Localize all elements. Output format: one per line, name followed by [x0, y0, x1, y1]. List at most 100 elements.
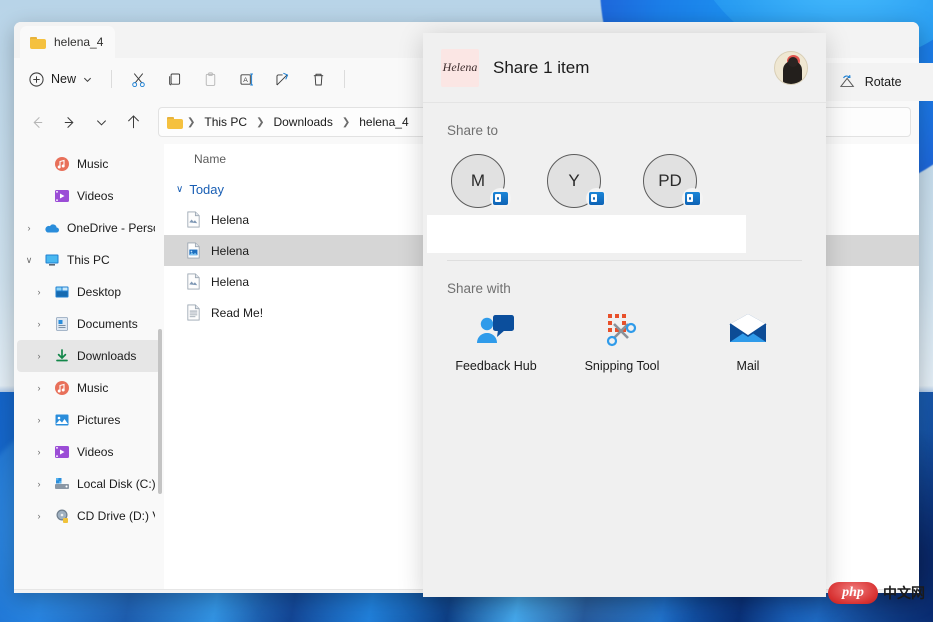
sidebar-item-onedrive-perso[interactable]: › OneDrive - Perso	[17, 212, 161, 244]
folder-icon	[30, 36, 46, 49]
app-feedback-hub[interactable]: Feedback Hub	[449, 310, 543, 373]
file-name: Helena	[211, 244, 249, 258]
image-file-icon	[185, 273, 202, 290]
sidebar-item-music[interactable]: › Music	[17, 372, 161, 404]
new-button[interactable]: New	[22, 64, 102, 94]
sidebar-item-videos[interactable]: › Videos	[17, 436, 161, 468]
trash-icon	[310, 71, 327, 88]
file-name: Read Me!	[211, 306, 263, 320]
sidebar-item-pictures[interactable]: ›Pictures	[17, 404, 161, 436]
share-to-label: Share to	[423, 103, 826, 138]
toolbar-separator-2	[344, 70, 345, 88]
app-snipping-tool[interactable]: Snipping Tool	[575, 310, 669, 373]
user-avatar[interactable]	[774, 51, 808, 85]
app-label: Feedback Hub	[455, 359, 536, 373]
outlook-icon	[682, 188, 703, 209]
breadcrumb-separator: ❯	[256, 117, 264, 128]
chevron-icon[interactable]: ∨	[21, 255, 37, 266]
forward-button[interactable]	[54, 107, 84, 137]
chevron-icon[interactable]: ›	[31, 479, 47, 489]
sidebar-item-cd-drive-d-vi[interactable]: › CD Drive (D:) Vi	[17, 500, 161, 532]
chevron-icon[interactable]: ›	[21, 223, 37, 233]
chevron-icon[interactable]: ›	[31, 383, 47, 393]
rename-button[interactable]: A	[229, 64, 263, 94]
breadcrumb-item-1[interactable]: Downloads	[268, 113, 337, 131]
folder-icon	[167, 116, 183, 129]
chevron-icon[interactable]: ›	[31, 351, 47, 361]
chevron-icon[interactable]: ›	[31, 287, 47, 297]
share-dialog-title: Share 1 item	[493, 58, 760, 78]
sidebar-item-local-disk-c[interactable]: ›Local Disk (C:)	[17, 468, 161, 500]
chevron-icon[interactable]: ›	[31, 447, 47, 457]
rename-icon: A	[238, 71, 255, 88]
breadcrumb-item-2[interactable]: helena_4	[354, 113, 413, 131]
arrow-right-icon	[62, 115, 77, 130]
sidebar-item-label: Music	[77, 381, 108, 395]
tab-label: helena_4	[54, 35, 103, 49]
rotate-label[interactable]: Rotate	[865, 75, 902, 89]
contact-y[interactable]: Y	[547, 154, 603, 208]
new-button-label: New	[51, 72, 76, 86]
delete-button[interactable]	[301, 64, 335, 94]
watermark-suffix: 中文网	[883, 583, 925, 603]
breadcrumb-separator: ❯	[187, 117, 195, 128]
pictures-icon	[54, 412, 70, 428]
avatar-head	[788, 57, 798, 67]
share-icon	[274, 71, 291, 88]
recent-locations-button[interactable]	[86, 107, 116, 137]
breadcrumb-item-0[interactable]: This PC	[199, 113, 252, 131]
copy-icon	[166, 71, 183, 88]
downloads-icon	[54, 348, 70, 364]
up-button[interactable]	[118, 107, 148, 137]
paste-button[interactable]	[193, 64, 227, 94]
sidebar-item-desktop[interactable]: › Desktop	[17, 276, 161, 308]
tab-helena4[interactable]: helena_4	[20, 26, 115, 58]
sidebar-item-music[interactable]: Music	[17, 148, 161, 180]
contact-pd[interactable]: PD	[643, 154, 699, 208]
contact-m[interactable]: M	[451, 154, 507, 208]
onedrive-icon	[44, 220, 60, 236]
music-icon	[54, 380, 70, 396]
watermark: php 中文网	[828, 582, 925, 604]
sidebar-item-videos[interactable]: Videos	[17, 180, 161, 212]
outlook-icon	[586, 188, 607, 209]
contact-names-overlay	[427, 215, 746, 253]
cut-button[interactable]	[121, 64, 155, 94]
sidebar-item-documents[interactable]: ›Documents	[17, 308, 161, 340]
clipboard-icon	[202, 71, 219, 88]
outlook-icon	[490, 188, 511, 209]
sidebar-item-label: Videos	[77, 445, 113, 459]
arrow-left-icon	[30, 115, 45, 130]
chevron-icon[interactable]: ›	[31, 511, 47, 521]
chevron-down-icon	[95, 116, 108, 129]
sidebar-item-label: Desktop	[77, 285, 121, 299]
sidebar-item-label: This PC	[67, 253, 110, 267]
chevron-icon[interactable]: ›	[31, 415, 47, 425]
svg-text:A: A	[243, 77, 248, 84]
share-dialog-header: Helena Share 1 item	[423, 33, 826, 103]
rotate-icon	[839, 74, 857, 90]
sidebar-item-label: Videos	[77, 189, 113, 203]
share-dialog: Helena Share 1 item Share to MY PD Share …	[423, 33, 826, 597]
navigation-pane: Music Videos › OneDrive - Perso ∨ This PC › Des…	[14, 144, 164, 589]
file-name: Helena	[211, 275, 249, 289]
toolbar-separator	[111, 70, 112, 88]
app-label: Snipping Tool	[585, 359, 660, 373]
watermark-brand: php	[828, 582, 878, 604]
share-to-contacts: MY PD	[423, 138, 826, 208]
chevron-icon[interactable]: ›	[31, 319, 47, 329]
app-mail[interactable]: Mail	[701, 310, 795, 373]
back-button[interactable]	[22, 107, 52, 137]
sidebar-item-downloads[interactable]: ›Downloads	[17, 340, 161, 372]
sidebar-scrollbar[interactable]	[158, 329, 162, 494]
scissors-icon	[130, 71, 147, 88]
share-button[interactable]	[265, 64, 299, 94]
sidebar-item-label: CD Drive (D:) Vi	[77, 509, 155, 523]
photo-file-icon	[185, 242, 202, 259]
copy-button[interactable]	[157, 64, 191, 94]
group-label: Today	[189, 182, 224, 197]
cd-icon	[54, 508, 70, 524]
sidebar-item-this-pc[interactable]: ∨ This PC	[17, 244, 161, 276]
plus-circle-icon	[29, 72, 44, 87]
sidebar-item-label: OneDrive - Perso	[67, 221, 155, 235]
